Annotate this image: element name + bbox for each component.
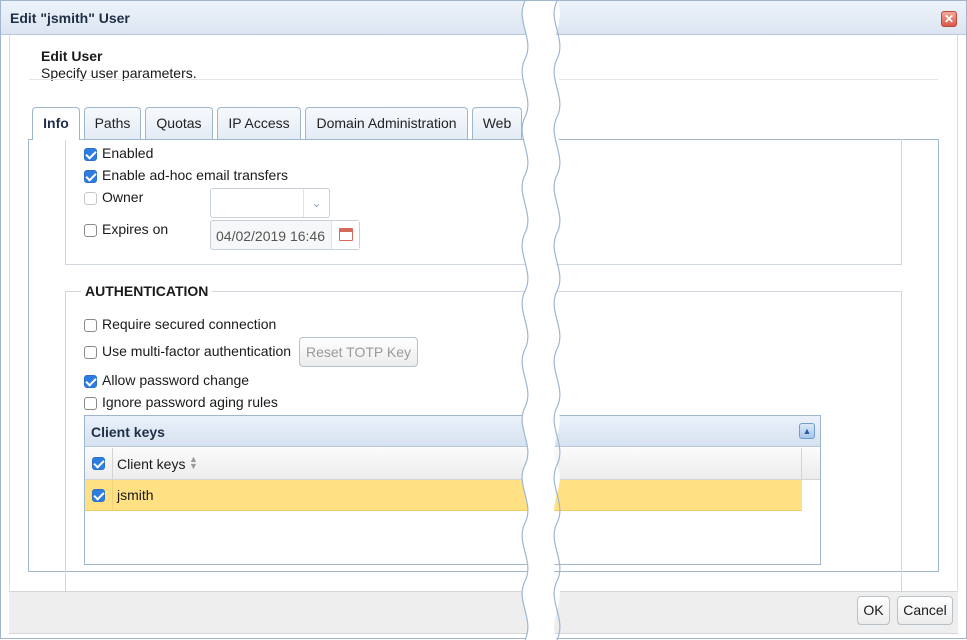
expires-checkbox[interactable] bbox=[84, 224, 97, 237]
mfa-checkbox[interactable] bbox=[84, 346, 97, 359]
edit-user-dialog: Edit "jsmith" User ✕ Edit User Specify u… bbox=[0, 0, 967, 640]
owner-label: Owner bbox=[102, 189, 144, 205]
calendar-button[interactable] bbox=[331, 221, 359, 249]
header-divider bbox=[29, 79, 938, 80]
dialog-titlebar[interactable]: Edit "jsmith" User ✕ bbox=[1, 1, 966, 35]
tab-ip-access[interactable]: IP Access bbox=[217, 107, 301, 139]
tab-paths[interactable]: Paths bbox=[84, 107, 141, 139]
expires-date-input[interactable]: 04/02/2019 16:46 bbox=[210, 220, 360, 250]
ok-button[interactable]: OK bbox=[857, 596, 890, 625]
ignore-aging-checkbox[interactable] bbox=[84, 397, 97, 410]
allow-password-change-label[interactable]: Allow password change bbox=[102, 372, 249, 388]
section-title: Edit User bbox=[41, 48, 103, 64]
tab-domain-administration[interactable]: Domain Administration bbox=[305, 107, 468, 139]
owner-select[interactable]: ⌄ bbox=[210, 188, 330, 218]
client-keys-title: Client keys bbox=[91, 424, 165, 440]
tab-quotas[interactable]: Quotas bbox=[145, 107, 213, 139]
enabled-checkbox[interactable] bbox=[84, 148, 97, 161]
allow-password-change-checkbox[interactable] bbox=[84, 375, 97, 388]
tab-info[interactable]: Info bbox=[32, 107, 80, 140]
adhoc-transfers-checkbox[interactable] bbox=[84, 170, 97, 183]
dialog-title: Edit "jsmith" User bbox=[10, 10, 130, 26]
client-keys-column-label[interactable]: Client keys bbox=[117, 456, 185, 472]
collapse-icon[interactable]: ▲ bbox=[799, 423, 815, 439]
require-secured-checkbox[interactable] bbox=[84, 319, 97, 332]
mfa-label[interactable]: Use multi-factor authentication bbox=[102, 343, 291, 359]
general-fieldset bbox=[65, 139, 902, 265]
authentication-legend: AUTHENTICATION bbox=[81, 283, 213, 299]
chevron-down-icon[interactable]: ⌄ bbox=[303, 189, 329, 217]
client-key-name: jsmith bbox=[117, 487, 154, 503]
row-checkbox[interactable] bbox=[92, 489, 105, 502]
column-divider bbox=[112, 448, 113, 479]
reset-totp-button[interactable]: Reset TOTP Key bbox=[299, 337, 418, 367]
close-icon[interactable]: ✕ bbox=[941, 11, 957, 27]
select-all-checkbox[interactable] bbox=[92, 457, 105, 470]
expires-label[interactable]: Expires on bbox=[102, 221, 168, 237]
expires-date-value: 04/02/2019 16:46 bbox=[216, 228, 325, 244]
client-keys-column-header: Client keys ▲ ▼ bbox=[85, 448, 820, 480]
column-divider bbox=[112, 480, 113, 510]
require-secured-label[interactable]: Require secured connection bbox=[102, 316, 276, 332]
calendar-icon bbox=[339, 228, 353, 241]
dialog-footer bbox=[9, 591, 958, 634]
owner-checkbox[interactable] bbox=[84, 192, 97, 205]
client-keys-grid-header: Client keys ▲ bbox=[85, 416, 820, 447]
adhoc-transfers-label[interactable]: Enable ad-hoc email transfers bbox=[102, 167, 288, 183]
table-row[interactable]: jsmith bbox=[85, 480, 802, 511]
enabled-label[interactable]: Enabled bbox=[102, 145, 153, 161]
client-keys-grid: Client keys ▲ Client keys ▲ ▼ jsmith bbox=[84, 415, 821, 565]
cancel-button[interactable]: Cancel bbox=[897, 596, 953, 625]
tab-web[interactable]: Web bbox=[472, 107, 522, 139]
ignore-aging-label[interactable]: Ignore password aging rules bbox=[102, 394, 278, 410]
column-divider bbox=[801, 448, 802, 479]
sort-icon[interactable]: ▲ ▼ bbox=[189, 455, 198, 471]
